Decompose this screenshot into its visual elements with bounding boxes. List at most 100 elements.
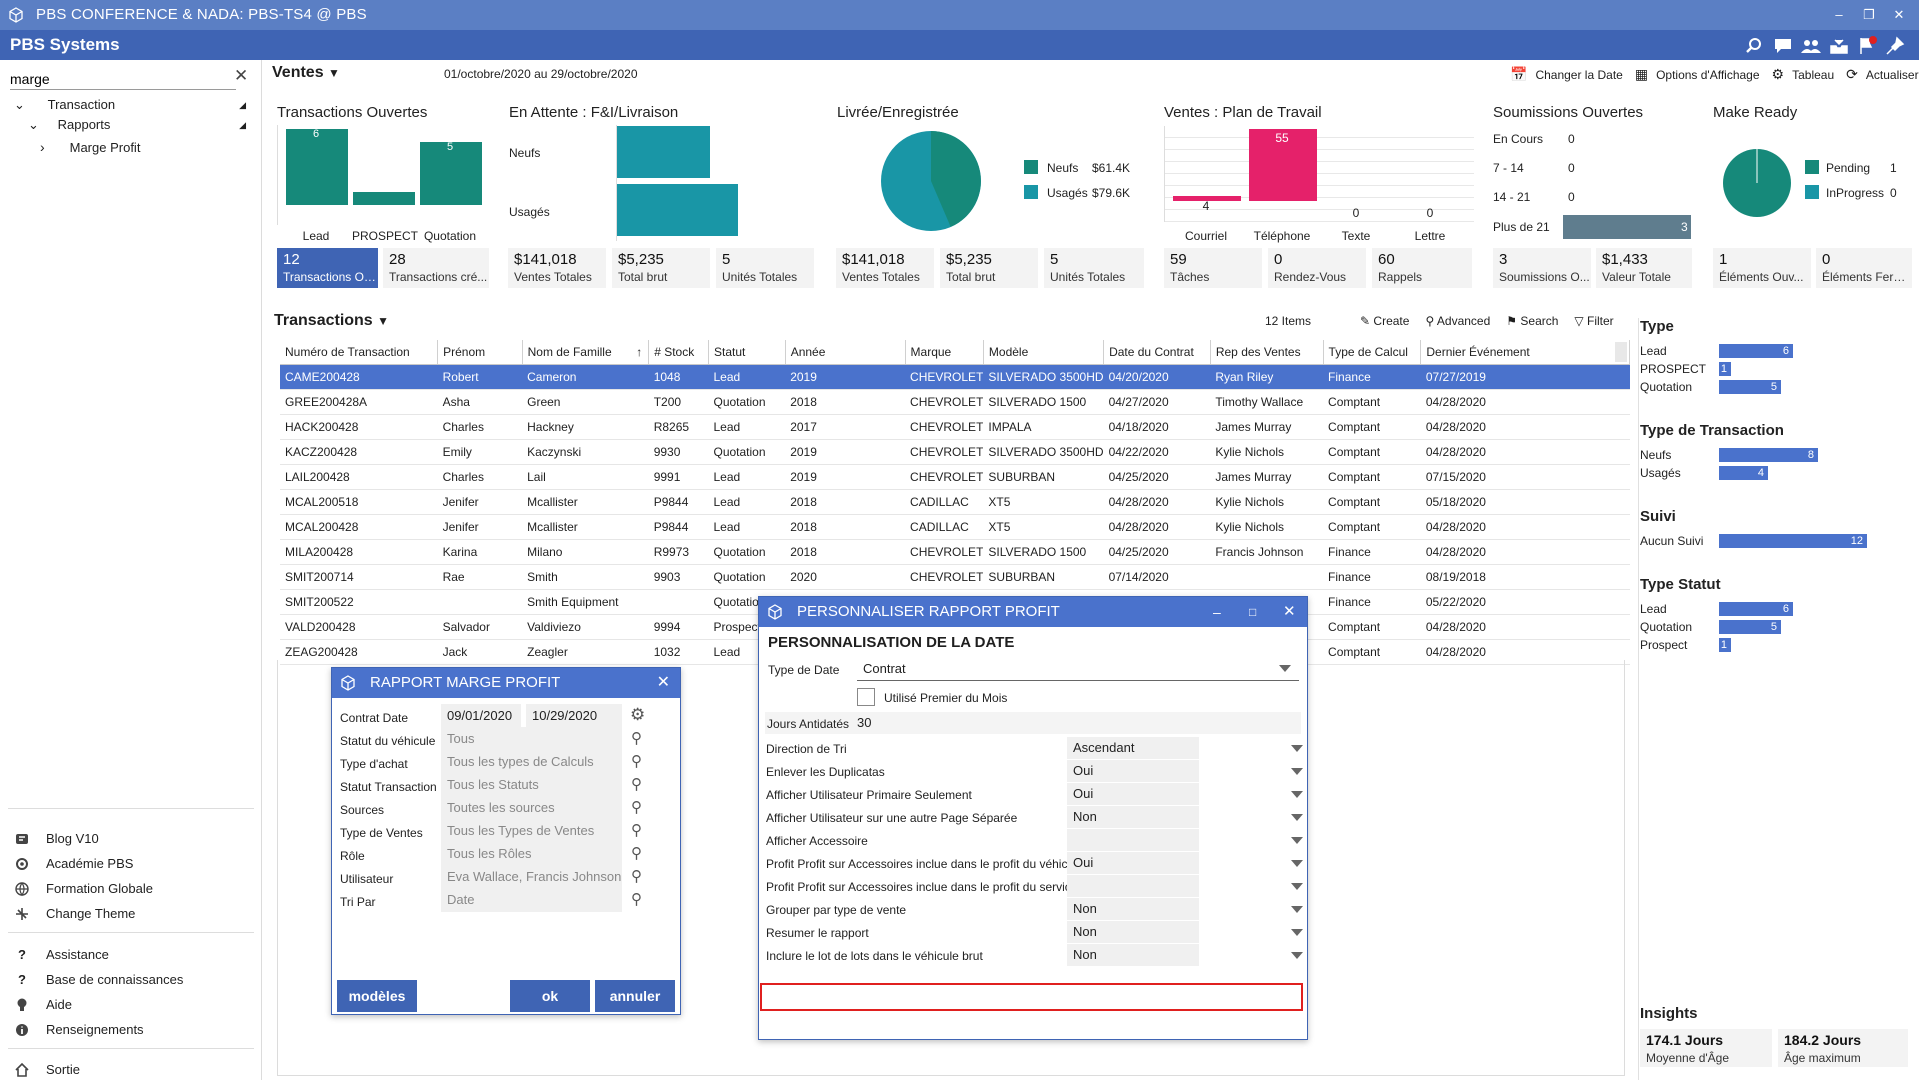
stat-total-sales[interactable]: $141,018 Ventes Totales xyxy=(836,248,934,288)
search-icon[interactable]: ⚲ xyxy=(631,821,642,839)
table-row[interactable]: GREE200428A Asha Green T200 Quotation 2018 CHE… xyxy=(280,389,1630,415)
column-header[interactable]: # Stock xyxy=(648,340,709,365)
field-input[interactable]: Tous les Rôles xyxy=(441,842,622,866)
link-aide[interactable]: Aide xyxy=(14,994,72,1016)
minimize-button[interactable]: – xyxy=(1830,7,1848,23)
link-assistance[interactable]: ? Assistance xyxy=(14,944,109,966)
option-select[interactable] xyxy=(1067,829,1303,851)
close-window-button[interactable]: ✕ xyxy=(1890,7,1908,23)
first-of-month-checkbox[interactable] xyxy=(857,688,875,706)
search-button[interactable]: ⚑ Search xyxy=(1506,314,1558,328)
insight-average-age[interactable]: 174.1 Jours Moyenne d'Âge xyxy=(1640,1029,1772,1067)
search-icon[interactable]: ⚲ xyxy=(631,867,642,885)
facet-bar[interactable]: 5 xyxy=(1719,380,1781,394)
bar-usages[interactable] xyxy=(617,184,738,236)
stat-closed-items[interactable]: 0 Éléments Ferm... xyxy=(1816,248,1913,288)
table-row[interactable]: SMIT200714 Rae Smith 9903 Quotation 2020 CHEVR… xyxy=(280,564,1630,590)
date-type-select[interactable]: Contrat xyxy=(857,657,1299,681)
create-button[interactable]: ✎ Create xyxy=(1360,314,1409,328)
stat-total-sales[interactable]: $141,018 Ventes Totales xyxy=(508,248,606,288)
option-select[interactable]: Non xyxy=(1067,921,1303,943)
column-header[interactable]: Numéro de Transaction xyxy=(280,340,439,365)
facet-label[interactable]: Quotation xyxy=(1640,380,1692,394)
field-input[interactable]: Date xyxy=(441,888,622,912)
chat-icon[interactable] xyxy=(1772,36,1794,56)
tree-item-rapports[interactable]: ⌄ Rapports ◢ xyxy=(28,114,246,136)
insight-max-age[interactable]: 184.2 Jours Âge maximum xyxy=(1778,1029,1908,1067)
tree-item-marge-profit[interactable]: › Marge Profit xyxy=(40,136,240,158)
option-select[interactable]: Oui xyxy=(1067,852,1303,874)
backdate-input[interactable]: 30 xyxy=(857,715,871,730)
facet-label[interactable]: Lead xyxy=(1640,602,1667,616)
close-icon[interactable]: ✕ xyxy=(1283,597,1296,627)
table-scrollbar[interactable] xyxy=(1615,342,1627,362)
column-header[interactable]: Dernier Événement xyxy=(1420,340,1630,365)
stat-gross-total[interactable]: $5,235 Total brut xyxy=(940,248,1038,288)
facet-label[interactable]: Quotation xyxy=(1640,620,1692,634)
column-header[interactable]: Statut xyxy=(708,340,786,365)
pending-bar-chart[interactable] xyxy=(616,125,830,241)
facet-label[interactable]: Lead xyxy=(1640,344,1667,358)
search-icon[interactable] xyxy=(1744,36,1766,56)
facet-bar[interactable]: 6 xyxy=(1719,602,1793,616)
option-select[interactable] xyxy=(1067,875,1303,897)
date-to-input[interactable]: 10/29/2020 xyxy=(526,704,622,728)
search-input[interactable] xyxy=(10,68,236,90)
stat-reminders[interactable]: 60 Rappels xyxy=(1372,248,1472,288)
facet-bar[interactable]: 8 xyxy=(1719,448,1818,462)
link-formation[interactable]: Formation Globale xyxy=(14,878,153,900)
ok-button[interactable]: ok xyxy=(510,980,590,1012)
stat-open-transactions[interactable]: 12 Transactions Ou... xyxy=(277,248,381,288)
table-row[interactable]: CAME200428 Robert Cameron 1048 Lead 2019 CHEVR… xyxy=(280,364,1630,390)
bar-neufs[interactable] xyxy=(617,126,710,178)
bar-plus-21[interactable] xyxy=(1563,215,1691,239)
field-input[interactable]: Toutes les sources xyxy=(441,796,622,820)
link-sortie[interactable]: Sortie xyxy=(14,1059,80,1080)
make-ready-pie-chart[interactable] xyxy=(1722,148,1792,218)
field-input[interactable]: Tous les Statuts xyxy=(441,773,622,797)
table-row[interactable]: HACK200428 Charles Hackney R8265 Lead 2017 CHE… xyxy=(280,414,1630,440)
bar-lead[interactable] xyxy=(286,129,348,205)
column-header[interactable]: Rep des Ventes xyxy=(1210,340,1324,365)
table-row[interactable]: MCAL200518 Jenifer Mcallister P9844 Lead 2018… xyxy=(280,489,1630,515)
stat-total-value[interactable]: $1,433 Valeur Totale xyxy=(1596,248,1692,288)
refresh-button[interactable]: Actualiser xyxy=(1866,68,1919,82)
users-icon[interactable] xyxy=(1800,36,1822,56)
restore-button[interactable]: ❐ xyxy=(1860,7,1878,23)
table-row[interactable]: MILA200428 Karina Milano R9973 Quotation 2018… xyxy=(280,539,1630,565)
stat-open-items[interactable]: 1 Éléments Ouv... xyxy=(1713,248,1811,288)
column-header[interactable]: Marque xyxy=(905,340,984,365)
search-icon[interactable]: ⚲ xyxy=(631,890,642,908)
facet-bar[interactable]: 5 xyxy=(1719,620,1781,634)
cancel-button[interactable]: annuler xyxy=(595,980,675,1012)
view-dropdown[interactable]: Ventes ▼ xyxy=(272,64,340,82)
inbox-icon[interactable] xyxy=(1828,36,1850,56)
display-options-button[interactable]: Options d'Affichage xyxy=(1656,68,1759,82)
search-icon[interactable]: ⚲ xyxy=(631,775,642,793)
minimize-icon[interactable]: – xyxy=(1213,597,1221,627)
link-renseignements[interactable]: Renseignements xyxy=(14,1019,144,1041)
facet-label[interactable]: Neufs xyxy=(1640,448,1671,462)
option-select[interactable]: Oui xyxy=(1067,760,1303,782)
facet-bar[interactable]: 4 xyxy=(1719,466,1768,480)
collapse-arrow-icon[interactable]: ◢ xyxy=(239,114,246,136)
table-row[interactable]: LAIL200428 Charles Lail 9991 Lead 2019 CHEVROL… xyxy=(280,464,1630,490)
stat-appointments[interactable]: 0 Rendez-Vous xyxy=(1268,248,1366,288)
facet-label[interactable]: Prospect xyxy=(1640,638,1687,652)
table-row[interactable]: KACZ200428 Emily Kaczynski 9930 Quotation 201… xyxy=(280,439,1630,465)
collapse-arrow-icon[interactable]: ◢ xyxy=(239,94,246,116)
pin-icon[interactable] xyxy=(1884,36,1906,56)
facet-bar[interactable]: 1 xyxy=(1719,638,1731,652)
date-from-input[interactable]: 09/01/2020 xyxy=(441,704,521,728)
link-academy[interactable]: Académie PBS xyxy=(14,853,133,875)
facet-label[interactable]: PROSPECT xyxy=(1640,362,1706,376)
option-select[interactable]: Ascendant xyxy=(1067,737,1303,759)
stat-open-quotes[interactable]: 3 Soumissions O... xyxy=(1493,248,1591,288)
field-input[interactable]: Tous les Types de Ventes xyxy=(441,819,622,843)
link-knowledge-base[interactable]: ? Base de connaissances xyxy=(14,969,183,991)
maximize-icon[interactable]: □ xyxy=(1249,597,1256,627)
clear-search-icon[interactable]: ✕ xyxy=(234,66,248,86)
stat-total-units[interactable]: 5 Unités Totales xyxy=(716,248,814,288)
option-select[interactable]: Non xyxy=(1067,898,1303,920)
table-row[interactable]: MCAL200428 Jenifer Mcallister P9844 Lead 2018… xyxy=(280,514,1630,540)
